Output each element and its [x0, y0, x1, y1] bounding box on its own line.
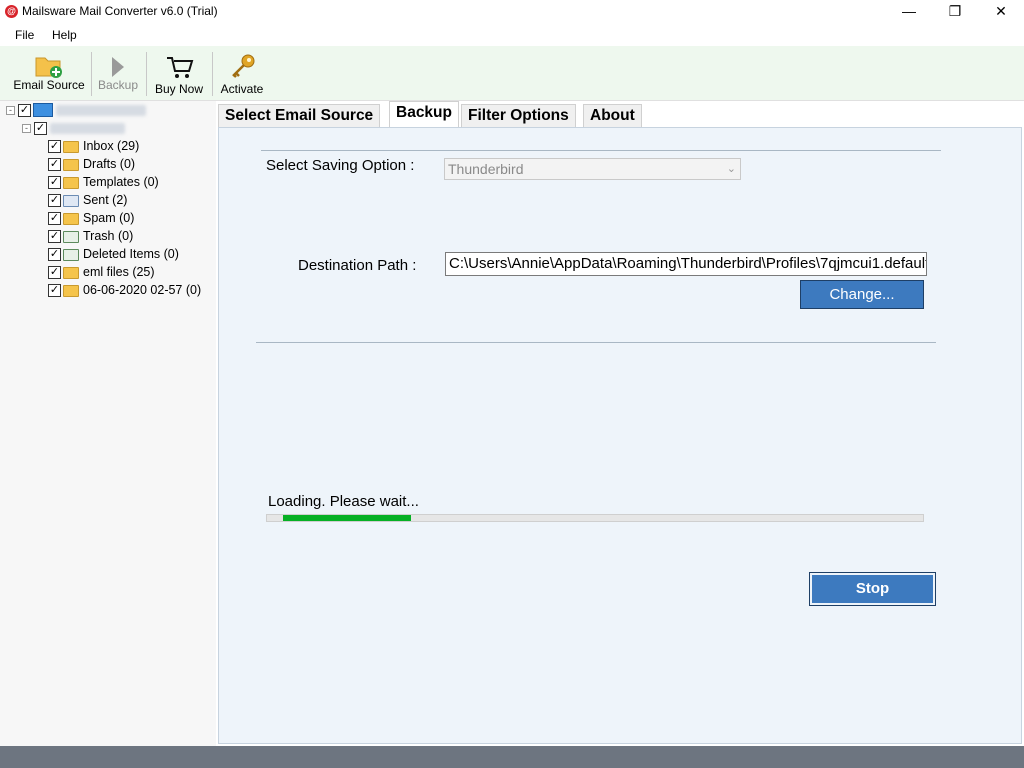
- main-panel: Select Email Source Backup Filter Option…: [216, 101, 1024, 746]
- email-source-icon: [35, 57, 62, 78]
- progress-bar: [266, 514, 924, 522]
- tab-backup[interactable]: Backup: [389, 101, 459, 127]
- toolbar: Email Source Backup Buy Now Activate: [0, 46, 1024, 101]
- tree-folder-item[interactable]: ✓ eml files (25): [48, 264, 213, 282]
- key-icon: [232, 54, 255, 78]
- inbox-folder-icon: [63, 141, 79, 153]
- folder-label: Templates (0): [83, 175, 159, 189]
- tree-folder-item[interactable]: ✓ Deleted Items (0): [48, 246, 213, 264]
- change-button[interactable]: Change...: [800, 280, 924, 309]
- divider: [261, 150, 941, 151]
- tree-checkbox[interactable]: ✓: [48, 140, 61, 153]
- folder-label: Spam (0): [83, 211, 135, 225]
- progress-fill: [283, 515, 411, 521]
- sent-folder-icon: [63, 195, 79, 207]
- tab-bar: Select Email Source Backup Filter Option…: [216, 101, 1024, 127]
- tree-checkbox[interactable]: ✓: [48, 266, 61, 279]
- email-source-label: Email Source: [13, 78, 85, 92]
- minimize-button[interactable]: —: [886, 0, 932, 23]
- computer-icon: [33, 103, 53, 117]
- divider: [256, 342, 936, 343]
- folder-icon: [63, 177, 79, 189]
- folder-icon: [63, 285, 79, 297]
- app-icon: @: [5, 5, 18, 18]
- tree-folder-item[interactable]: ✓ Templates (0): [48, 174, 213, 192]
- title-bar: @ Mailsware Mail Converter v6.0 (Trial) …: [0, 0, 1024, 23]
- folder-label: Deleted Items (0): [83, 247, 179, 261]
- tree-checkbox[interactable]: ✓: [48, 284, 61, 297]
- folder-label: eml files (25): [83, 265, 155, 279]
- tab-select-email-source[interactable]: Select Email Source: [218, 104, 381, 127]
- tree-root-computer[interactable]: - ✓: [6, 102, 206, 120]
- destination-path-label: Destination Path :: [298, 257, 417, 274]
- saving-option-label: Select Saving Option :: [266, 157, 415, 174]
- tree-folder-item[interactable]: ✓ Trash (0): [48, 228, 213, 246]
- activate-label: Activate: [220, 82, 264, 96]
- destination-path-input[interactable]: C:\Users\Annie\AppData\Roaming\Thunderbi…: [445, 252, 927, 276]
- saving-option-select[interactable]: Thunderbird ⌄: [444, 158, 741, 180]
- drafts-folder-icon: [63, 159, 79, 171]
- obscured-account-name: [50, 123, 125, 134]
- trash-folder-icon: [63, 249, 79, 261]
- chevron-down-icon: ⌄: [726, 163, 736, 175]
- menu-file[interactable]: File: [15, 28, 34, 42]
- folder-label: Inbox (29): [83, 139, 140, 153]
- folder-tree: - ✓ - ✓ ✓ Inbox (29) ✓ Drafts (0) ✓ Temp…: [0, 101, 216, 746]
- tree-checkbox[interactable]: ✓: [34, 122, 47, 135]
- tree-folder-item[interactable]: ✓ Inbox (29): [48, 138, 213, 156]
- tree-folder-item[interactable]: ✓ Drafts (0): [48, 156, 213, 174]
- status-bar: [0, 746, 1024, 768]
- menu-bar: File Help: [0, 23, 1024, 46]
- backup-content: Select Saving Option : Thunderbird ⌄ Des…: [218, 127, 1022, 744]
- buy-now-label: Buy Now: [154, 82, 204, 96]
- collapse-toggle-icon[interactable]: -: [22, 124, 31, 133]
- collapse-toggle-icon[interactable]: -: [6, 106, 15, 115]
- folder-icon: [63, 267, 79, 279]
- tree-account[interactable]: - ✓: [22, 120, 212, 138]
- email-source-button[interactable]: Email Source: [8, 50, 90, 100]
- tree-folder-item[interactable]: ✓ Spam (0): [48, 210, 213, 228]
- tree-folder-item[interactable]: ✓ Sent (2): [48, 192, 213, 210]
- obscured-computer-name: [56, 105, 146, 116]
- activate-button[interactable]: Activate: [216, 50, 268, 100]
- toolbar-separator: [91, 52, 92, 96]
- tab-filter-options[interactable]: Filter Options: [461, 104, 576, 127]
- tree-checkbox[interactable]: ✓: [48, 158, 61, 171]
- window-title: Mailsware Mail Converter v6.0 (Trial): [22, 4, 218, 18]
- folder-label: Trash (0): [83, 229, 134, 243]
- backup-button[interactable]: Backup: [95, 50, 141, 100]
- buy-now-button[interactable]: Buy Now: [150, 50, 208, 100]
- folder-label: Drafts (0): [83, 157, 136, 171]
- tab-about[interactable]: About: [583, 104, 642, 127]
- stop-button[interactable]: Stop: [809, 572, 936, 606]
- tree-checkbox[interactable]: ✓: [48, 194, 61, 207]
- tree-checkbox[interactable]: ✓: [48, 212, 61, 225]
- tree-folder-item[interactable]: ✓ 06-06-2020 02-57 (0): [48, 282, 213, 300]
- tree-checkbox[interactable]: ✓: [48, 176, 61, 189]
- backup-label: Backup: [97, 78, 139, 92]
- tree-checkbox[interactable]: ✓: [18, 104, 31, 117]
- tree-checkbox[interactable]: ✓: [48, 230, 61, 243]
- toolbar-separator: [212, 52, 213, 96]
- close-button[interactable]: ✕: [978, 0, 1024, 23]
- folder-label: Sent (2): [83, 193, 128, 207]
- cart-icon: [167, 57, 194, 78]
- toolbar-separator: [146, 52, 147, 96]
- menu-help[interactable]: Help: [52, 28, 77, 42]
- folder-icon: [63, 213, 79, 225]
- status-text: Loading. Please wait...: [268, 493, 419, 510]
- tree-checkbox[interactable]: ✓: [48, 248, 61, 261]
- restore-button[interactable]: ❐: [932, 0, 978, 23]
- folder-label: 06-06-2020 02-57 (0): [83, 283, 202, 297]
- play-arrow-icon: [112, 57, 124, 77]
- saving-option-value: Thunderbird: [448, 161, 524, 177]
- trash-folder-icon: [63, 231, 79, 243]
